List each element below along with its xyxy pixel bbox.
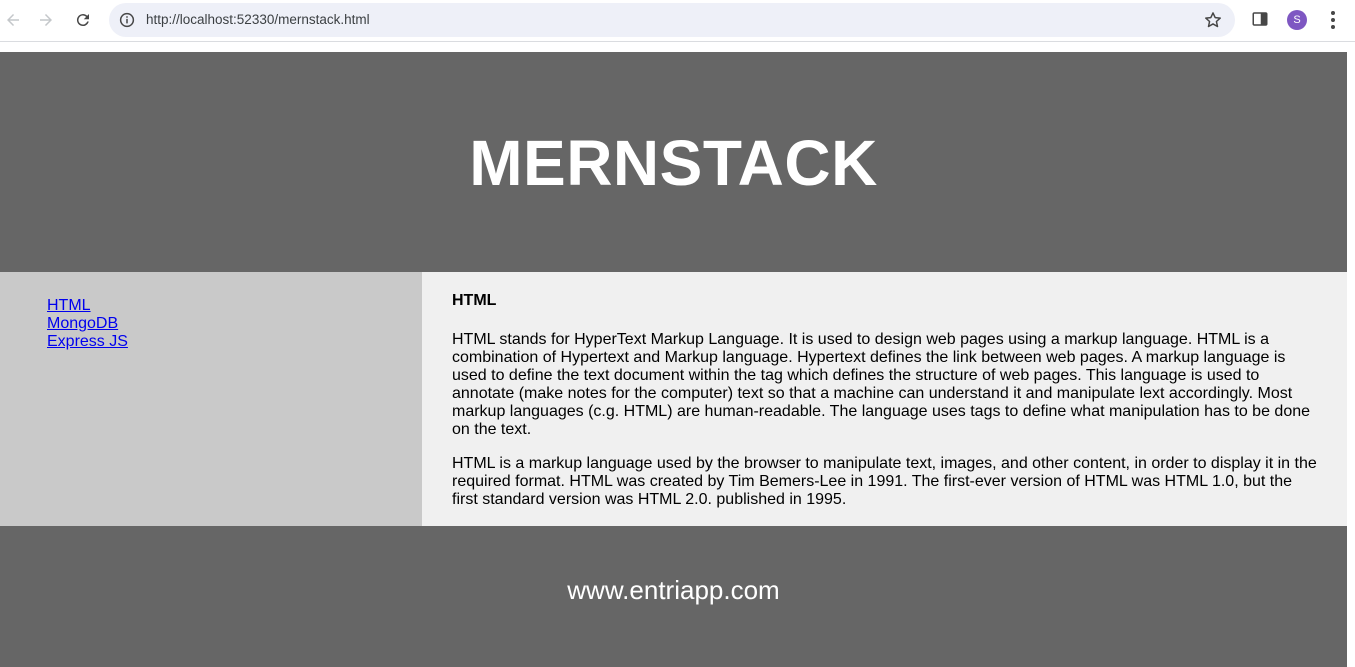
footer-text: www.entriapp.com	[567, 575, 780, 605]
kebab-menu-icon[interactable]	[1324, 10, 1342, 30]
forward-arrow-icon	[40, 14, 52, 26]
sidebar-link-mongodb[interactable]: MongoDB	[47, 315, 118, 332]
back-button[interactable]	[0, 7, 26, 33]
address-bar[interactable]: http://localhost:52330/mernstack.html	[109, 3, 1235, 37]
scrollbar-gutter	[1347, 52, 1355, 667]
reload-button[interactable]	[70, 7, 96, 33]
info-icon[interactable]	[118, 11, 136, 29]
sidebar-link-express-js[interactable]: Express JS	[47, 333, 128, 350]
list-item: Express JS	[47, 333, 422, 351]
side-panel-icon[interactable]	[1251, 10, 1269, 28]
article: HTML HTML stands for HyperText Markup La…	[422, 272, 1347, 526]
list-item: HTML	[47, 297, 422, 315]
avatar[interactable]: S	[1287, 10, 1307, 30]
page-header: MERNSTACK	[0, 52, 1347, 272]
sidebar-link-list: HTML MongoDB Express JS	[47, 297, 422, 351]
web-page: MERNSTACK HTML MongoDB Express JS HTML H…	[0, 52, 1347, 667]
sidebar-nav: HTML MongoDB Express JS	[0, 272, 422, 526]
star-icon[interactable]	[1203, 10, 1223, 30]
url-text[interactable]: http://localhost:52330/mernstack.html	[146, 12, 370, 27]
reload-icon	[76, 14, 89, 27]
browser-toolbar: http://localhost:52330/mernstack.html S	[0, 0, 1355, 42]
article-paragraph: HTML is a markup language used by the br…	[452, 455, 1317, 508]
sidebar-link-html[interactable]: HTML	[47, 297, 91, 314]
content-area: HTML MongoDB Express JS HTML HTML stands…	[0, 272, 1347, 526]
page-title: MERNSTACK	[469, 127, 878, 199]
back-arrow-icon	[7, 14, 19, 26]
page-footer: www.entriapp.com	[0, 526, 1347, 667]
article-paragraph: HTML stands for HyperText Markup Languag…	[452, 331, 1311, 438]
article-heading: HTML	[452, 292, 497, 309]
list-item: MongoDB	[47, 315, 422, 333]
forward-button[interactable]	[33, 7, 59, 33]
